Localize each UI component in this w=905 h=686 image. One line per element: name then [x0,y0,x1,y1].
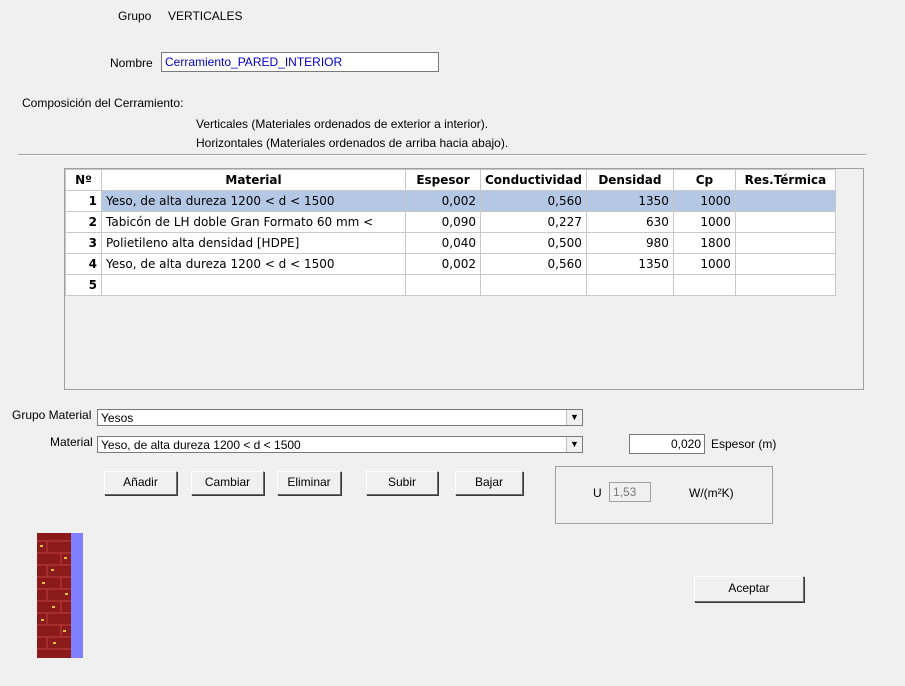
u-unit: W/(m²K) [689,486,734,500]
cell-res-termica[interactable] [734,211,836,233]
row-number: 1 [65,190,102,212]
materials-table: Nº Material Espesor Conductividad Densid… [65,169,836,296]
col-header-n[interactable]: Nº [65,169,102,191]
u-label: U [593,486,602,500]
cell-cp[interactable]: 1000 [672,190,736,212]
cell-material[interactable] [101,274,406,296]
wall-preview-icon [37,533,83,658]
cambiar-button[interactable]: Cambiar [191,471,264,495]
divider [18,154,866,156]
anadir-button[interactable]: Añadir [104,471,177,495]
row-number: 4 [65,253,102,275]
col-header-densidad[interactable]: Densidad [585,169,674,191]
material-label: Material [50,435,93,449]
cell-res-termica[interactable] [734,253,836,275]
cell-material[interactable]: Tabicón de LH doble Gran Formato 60 mm < [101,211,406,233]
cell-conductividad[interactable]: 0,560 [480,253,587,275]
col-header-cp[interactable]: Cp [672,169,736,191]
cell-material[interactable]: Yeso, de alta dureza 1200 < d < 1500 [101,253,406,275]
cell-cp[interactable] [672,274,736,296]
table-row[interactable]: 1 Yeso, de alta dureza 1200 < d < 1500 0… [65,190,836,212]
cell-densidad[interactable] [585,274,674,296]
cell-espesor[interactable]: 0,040 [405,232,481,254]
cell-res-termica[interactable] [734,274,836,296]
table-row[interactable]: 5 [65,274,836,296]
material-value: Yeso, de alta dureza 1200 < d < 1500 [101,438,301,452]
table-header-row: Nº Material Espesor Conductividad Densid… [65,169,836,191]
cell-cp[interactable]: 1000 [672,211,736,233]
cell-material[interactable]: Polietileno alta densidad [HDPE] [101,232,406,254]
cell-espesor[interactable]: 0,090 [405,211,481,233]
grupo-material-value: Yesos [101,411,134,425]
row-number: 5 [65,274,102,296]
grupo-material-label: Grupo Material [12,408,92,422]
grupo-value: VERTICALES [168,9,243,23]
composicion-title: Composición del Cerramiento: [22,96,184,110]
row-number: 2 [65,211,102,233]
col-header-conductividad[interactable]: Conductividad [480,169,587,191]
col-header-material[interactable]: Material [101,169,406,191]
composicion-horizontales-note: Horizontales (Materiales ordenados de ar… [196,136,509,150]
grupo-label: Grupo [118,9,152,23]
nombre-input[interactable]: Cerramiento_PARED_INTERIOR [161,52,439,72]
cell-material[interactable]: Yeso, de alta dureza 1200 < d < 1500 [101,190,406,212]
eliminar-button[interactable]: Eliminar [277,471,341,495]
dropdown-arrow-icon[interactable]: ▼ [566,437,582,452]
table-row[interactable]: 4 Yeso, de alta dureza 1200 < d < 1500 0… [65,253,836,275]
cell-densidad[interactable]: 980 [585,232,674,254]
cell-conductividad[interactable] [480,274,587,296]
u-groupbox [555,466,773,524]
col-header-res-termica[interactable]: Res.Térmica [734,169,836,191]
grupo-material-select[interactable]: Yesos ▼ [97,409,583,426]
cell-espesor[interactable] [405,274,481,296]
cell-res-termica[interactable] [734,190,836,212]
cell-espesor[interactable]: 0,002 [405,253,481,275]
materials-grid[interactable]: Nº Material Espesor Conductividad Densid… [64,168,864,390]
aceptar-button[interactable]: Aceptar [694,576,804,602]
dropdown-arrow-icon[interactable]: ▼ [566,410,582,425]
table-row[interactable]: 3 Polietileno alta densidad [HDPE] 0,040… [65,232,836,254]
col-header-espesor[interactable]: Espesor [405,169,481,191]
cell-densidad[interactable]: 630 [585,211,674,233]
bajar-button[interactable]: Bajar [455,471,523,495]
u-value-field: 1,53 [609,482,651,502]
espesor-label: Espesor (m) [711,437,777,451]
material-select[interactable]: Yeso, de alta dureza 1200 < d < 1500 ▼ [97,436,583,453]
composicion-verticales-note: Verticales (Materiales ordenados de exte… [196,117,489,131]
table-row[interactable]: 2 Tabicón de LH doble Gran Formato 60 mm… [65,211,836,233]
cell-cp[interactable]: 1800 [672,232,736,254]
cell-densidad[interactable]: 1350 [585,253,674,275]
cell-conductividad[interactable]: 0,500 [480,232,587,254]
cell-cp[interactable]: 1000 [672,253,736,275]
cell-conductividad[interactable]: 0,560 [480,190,587,212]
cell-conductividad[interactable]: 0,227 [480,211,587,233]
nombre-label: Nombre [110,56,153,70]
cell-densidad[interactable]: 1350 [585,190,674,212]
cell-espesor[interactable]: 0,002 [405,190,481,212]
row-number: 3 [65,232,102,254]
subir-button[interactable]: Subir [366,471,438,495]
espesor-input[interactable]: 0,020 [629,434,705,454]
cell-res-termica[interactable] [734,232,836,254]
